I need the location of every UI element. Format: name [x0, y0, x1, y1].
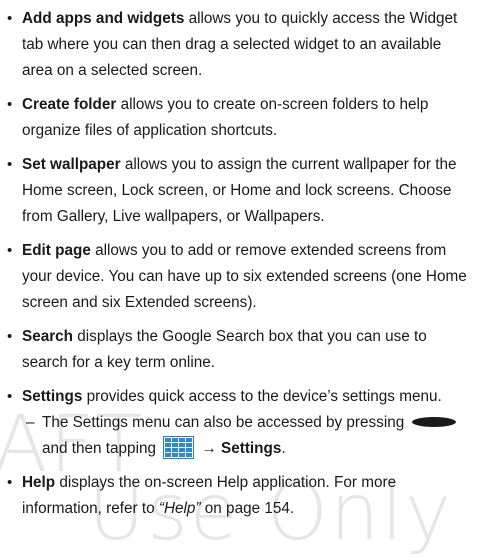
item-term: Edit page: [22, 242, 91, 259]
bullet-icon: •: [7, 96, 13, 113]
item-tail: on page 154.: [200, 500, 295, 517]
menu-options-list: • Add apps and widgets allows you to qui…: [0, 6, 484, 530]
subitem-text-1: The Settings menu can also be accessed b…: [42, 414, 405, 431]
list-item-help: • Help displays the on-screen Help appli…: [0, 470, 484, 522]
list-item-add-apps-widgets: • Add apps and widgets allows you to qui…: [0, 6, 484, 84]
list-item-set-wallpaper: • Set wallpaper allows you to assign the…: [0, 152, 484, 230]
subitem-period: .: [281, 440, 286, 457]
bullet-icon: •: [7, 328, 13, 345]
item-term: Search: [22, 328, 74, 345]
item-term: Create folder: [22, 96, 117, 113]
settings-subitem: – The Settings menu can also be accessed…: [0, 410, 484, 462]
list-item-settings: • Settings provides quick access to the …: [0, 384, 484, 410]
home-key-icon: [412, 416, 457, 427]
item-term: Help: [22, 474, 56, 491]
item-term: Set wallpaper: [22, 156, 121, 173]
item-term: Settings: [22, 388, 83, 405]
settings-target: Settings: [221, 440, 282, 457]
bullet-icon: •: [7, 388, 13, 405]
help-link[interactable]: “Help”: [159, 500, 201, 517]
list-item-edit-page: • Edit page allows you to add or remove …: [0, 238, 484, 316]
list-item-create-folder: • Create folder allows you to create on-…: [0, 92, 484, 144]
item-term: Add apps and widgets: [22, 10, 185, 27]
item-text: displays the Google Search box that you …: [22, 328, 427, 371]
list-item-search: • Search displays the Google Search box …: [0, 324, 484, 376]
bullet-icon: •: [7, 10, 13, 27]
bullet-icon: •: [7, 156, 13, 173]
bullet-icon: •: [7, 474, 13, 491]
item-text: provides quick access to the device’s se…: [82, 388, 442, 405]
arrow-icon: →: [201, 440, 217, 457]
document-page: AFT Use Only • Add apps and widgets allo…: [0, 0, 484, 558]
apps-grid-icon: [163, 435, 195, 459]
subitem-text-2: and then tapping: [42, 440, 156, 457]
dash-marker: –: [26, 414, 35, 431]
bullet-icon: •: [7, 242, 13, 259]
